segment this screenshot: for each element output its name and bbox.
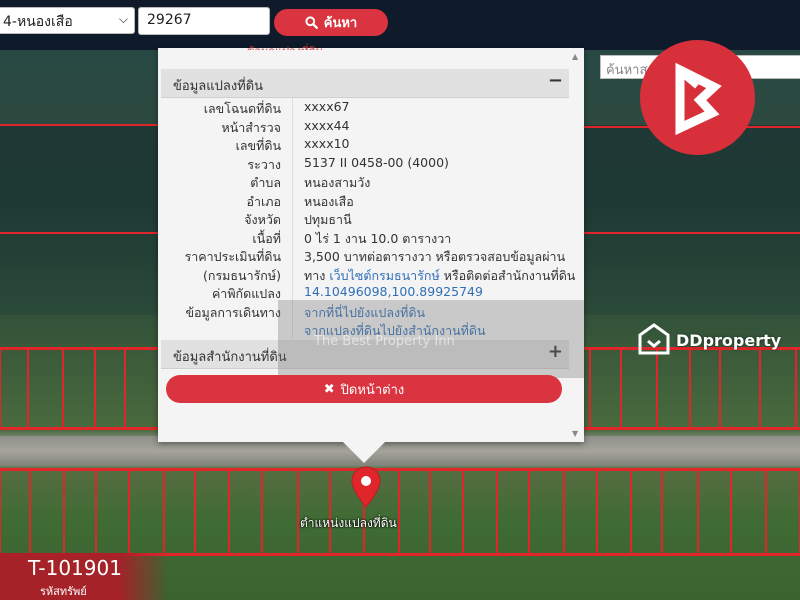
parcel-plot bbox=[529, 470, 564, 554]
land-panel-header[interactable]: ข้อมูลแปลงที่ดิน − bbox=[161, 69, 569, 98]
district-select[interactable]: 4-หนองเสือ ⌵ bbox=[0, 7, 135, 34]
treasury-website-link[interactable]: เว็บไซต์กรมธนารักษ์ bbox=[329, 268, 439, 283]
coords-row: ค่าพิกัดแปลง 14.10496098,100.89925749 bbox=[161, 283, 569, 302]
info-row: ระวาง 5137 II 0458-00 (4000) bbox=[161, 154, 569, 173]
scroll-up-arrow-icon[interactable]: ▲ bbox=[572, 52, 578, 61]
parcel-plot bbox=[125, 349, 159, 428]
parcel-plot bbox=[690, 349, 720, 428]
parcel-plot bbox=[30, 470, 64, 554]
parcel-plot bbox=[96, 470, 129, 554]
parcel-plot bbox=[731, 470, 766, 554]
parcel-plot bbox=[497, 470, 529, 554]
close-icon: ✖ bbox=[323, 381, 335, 397]
parcel-plot bbox=[720, 349, 760, 428]
parcel-plot bbox=[262, 470, 298, 554]
ddproperty-text: DDproperty bbox=[676, 330, 782, 350]
parcel-plot bbox=[95, 349, 125, 428]
info-row: ตำบล หนองสามวัง bbox=[161, 172, 569, 191]
parcel-plot bbox=[0, 470, 30, 554]
info-row: เลขที่ดิน xxxx10 bbox=[161, 135, 569, 154]
parcel-plot bbox=[631, 470, 662, 554]
parcel-plot bbox=[564, 470, 597, 554]
parcel-plot bbox=[28, 349, 63, 428]
info-value: 5137 II 0458-00 (4000) bbox=[304, 154, 449, 170]
chevron-down-icon: ⌵ bbox=[118, 12, 128, 26]
info-row: อำเภอ หนองเสือ bbox=[161, 191, 569, 210]
parcel-plot bbox=[796, 349, 800, 428]
parcel-plot bbox=[597, 470, 631, 554]
price-suffix: หรือติดต่อสำนักงานที่ดิน bbox=[443, 267, 576, 283]
search-button[interactable]: ค้นหา bbox=[274, 9, 388, 36]
price-row-2: (กรมธนารักษ์) ทาง เว็บไซต์กรมธนารักษ์ หร… bbox=[161, 265, 575, 284]
close-window-label: ปิดหน้าต่าง bbox=[340, 382, 405, 398]
parcel-plot bbox=[766, 470, 800, 554]
parcel-plot bbox=[430, 470, 463, 554]
parcel-plot bbox=[399, 470, 430, 554]
parcel-plot bbox=[662, 470, 698, 554]
parcel-plot bbox=[195, 470, 229, 554]
brand-logo bbox=[640, 40, 755, 155]
info-row: เลขโฉนดที่ดิน xxxx67 bbox=[161, 98, 569, 117]
watermark-text: The Best Property Inn bbox=[314, 334, 455, 349]
info-value: xxxx44 bbox=[304, 117, 350, 133]
parcel-plot bbox=[229, 470, 262, 554]
info-row: หน้าสำรวจ xxxx44 bbox=[161, 117, 569, 136]
house-icon bbox=[638, 323, 670, 355]
parcel-boundary bbox=[584, 232, 800, 234]
popup-clipped-title: ข้อมูลแปลงที่ดิน bbox=[150, 42, 420, 50]
parcel-plot bbox=[621, 349, 657, 428]
scroll-down-arrow-icon[interactable]: ▼ bbox=[572, 429, 578, 438]
parcel-plot bbox=[698, 470, 731, 554]
collapse-icon[interactable]: − bbox=[548, 70, 563, 91]
map-pin-icon[interactable] bbox=[351, 466, 381, 508]
parcel-plot bbox=[129, 470, 164, 554]
parcel-plot bbox=[64, 470, 96, 554]
ddproperty-logo: DDproperty bbox=[638, 322, 781, 358]
price-row: ราคาประเมินที่ดิน 3,500 บาทต่อตารางวา หร… bbox=[161, 246, 569, 265]
parcel-boundary bbox=[0, 232, 160, 234]
info-row: จังหวัด ปทุมธานี bbox=[161, 209, 569, 228]
coords-link[interactable]: 14.10496098,100.89925749 bbox=[304, 284, 483, 299]
marker-label: ตำแหน่งแปลงที่ดิน bbox=[300, 516, 397, 530]
info-value: xxxx67 bbox=[304, 99, 350, 114]
parcel-plot bbox=[760, 349, 796, 428]
district-select-value: 4-หนองเสือ bbox=[3, 14, 73, 30]
office-panel-title: ข้อมูลสำนักงานที่ดิน bbox=[173, 350, 287, 365]
b-letter-icon bbox=[675, 62, 722, 136]
price-prefix: ทาง bbox=[304, 267, 326, 283]
parcel-number-input[interactable]: 29267 bbox=[138, 7, 270, 35]
land-panel-title: ข้อมูลแปลงที่ดิน bbox=[173, 79, 264, 94]
parcel-boundary bbox=[0, 124, 160, 126]
parcel-plot bbox=[63, 349, 95, 428]
property-code-caption: รหัสทรัพย์ bbox=[40, 585, 87, 598]
info-value: xxxx10 bbox=[304, 136, 350, 151]
parcel-plot bbox=[164, 470, 195, 554]
close-window-button[interactable]: ✖ ปิดหน้าต่าง bbox=[166, 375, 562, 403]
parcel-plot bbox=[463, 470, 497, 554]
search-button-label: ค้นหา bbox=[323, 16, 358, 31]
popup-scrollbar[interactable] bbox=[570, 62, 584, 440]
property-code: T-101901 bbox=[28, 556, 122, 580]
search-icon bbox=[305, 16, 318, 29]
property-code-badge: T-101901 รหัสทรัพย์ bbox=[0, 553, 170, 600]
parcel-plot bbox=[0, 349, 28, 428]
parcel-number-value: 29267 bbox=[147, 12, 192, 28]
popup-pointer bbox=[342, 441, 386, 463]
parcel-plot bbox=[298, 470, 330, 554]
parcel-plot bbox=[657, 349, 690, 428]
parcel-plot bbox=[590, 349, 621, 428]
info-row: เนื้อที่ 0 ไร่ 1 งาน 10.0 ตารางวา bbox=[161, 228, 569, 247]
